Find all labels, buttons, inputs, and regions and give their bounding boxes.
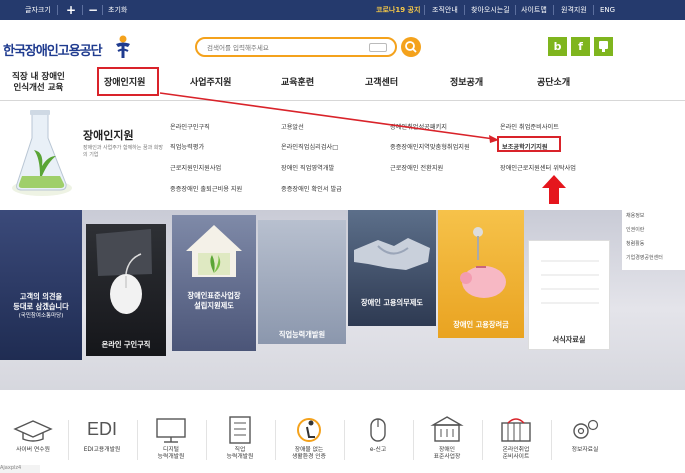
banner-card-forms-label: 서식자료실 (552, 335, 586, 344)
banner-card-feedback-line1: 고객의 의견을 (19, 292, 63, 301)
quick-banner-area: 고객의 의견을 등대로 삼겠습니다 (국민참여소통마당) 온라인 구인구직 장애… (0, 210, 685, 390)
quick-e-report[interactable]: e-신고 (348, 415, 408, 453)
banner-card-vocational-center[interactable]: 직업능력개발원 (258, 220, 346, 344)
building-icon (229, 416, 251, 444)
mouse-outline-icon (370, 418, 386, 442)
books-icon (501, 418, 531, 442)
quick-standard-workplace[interactable]: 장애인 표준사업장 (417, 415, 477, 460)
banner-card-vocational-label: 직업능력개발원 (278, 330, 326, 339)
side-link-1[interactable]: 인권이란 (626, 226, 644, 233)
banner-card-employment-duty[interactable]: 장애인 고용의무제도 (348, 210, 436, 326)
side-link-0[interactable]: 채용정보 (626, 212, 644, 219)
banner-card-standard-workplace-line1: 장애인표준사업장 (187, 291, 241, 300)
side-link-2[interactable]: 청렴활동 (626, 240, 644, 247)
banner-card-incentive[interactable]: 장애인 고용장려금 (438, 210, 524, 338)
banner-card-standard-workplace-line2: 설립지원제도 (194, 301, 234, 310)
quick-label-7-1: 온라인취업 (502, 447, 530, 453)
house-plant-icon (186, 225, 242, 277)
banner-card-feedback[interactable]: 고객의 의견을 등대로 삼겠습니다 (국민참여소통마당) (0, 210, 82, 360)
quick-label-6-2: 표준사업장 (433, 454, 461, 460)
quick-label-4-1: 장애물 없는 (294, 447, 324, 453)
quick-label-3-2: 능력개발원 (226, 454, 254, 460)
quick-vocational-center[interactable]: 직업 능력개발원 (210, 415, 270, 460)
browser-status-text: Ajaxplz4 (0, 465, 40, 473)
quick-info-room[interactable]: 정보자료실 (555, 415, 615, 453)
edi-icon: EDI (86, 419, 117, 439)
quick-label-6-1: 장애인 (439, 447, 455, 453)
banner-card-online-job[interactable]: 온라인 구인구직 (86, 224, 166, 356)
banner-card-standard-workplace[interactable]: 장애인표준사업장 설립지원제도 (172, 215, 256, 351)
quick-online-prep[interactable]: 온라인취업 준비사이트 (486, 415, 546, 460)
quick-digital-center[interactable]: 디지털 능력개발원 (141, 415, 201, 460)
certificate-icon (297, 418, 321, 442)
mouse-icon (96, 229, 152, 314)
quick-cyber-academy[interactable]: 사이버 연수원 (3, 415, 63, 453)
banner-card-forms[interactable]: 서식자료실 (528, 240, 610, 350)
workplace-icon (430, 416, 464, 442)
quick-label-5-1: e-신고 (369, 447, 387, 453)
side-link-3[interactable]: 기업경영공헌센터 (626, 254, 663, 261)
quick-label-0-1: 사이버 연수원 (16, 447, 50, 453)
forms-lines-icon (541, 260, 599, 304)
banner-card-feedback-line2: 등대로 삼겠습니다 (13, 302, 69, 311)
banner-card-incentive-label: 장애인 고용장려금 (453, 320, 509, 329)
quick-label-3-1: 직업 (234, 447, 246, 453)
graduation-cap-icon (13, 420, 53, 442)
banner-card-feedback-line3: (국민참여소통마당) (18, 313, 64, 319)
handshake-icon (354, 238, 430, 270)
banner-card-employment-duty-label: 장애인 고용의무제도 (360, 298, 424, 307)
monitor-icon (156, 418, 186, 443)
quick-label-7-2: 준비사이트 (502, 454, 530, 460)
gears-icon (573, 419, 599, 439)
right-side-links: 채용정보 인권이란 청렴활동 기업경영공헌센터 (622, 210, 685, 270)
quick-label-2-1: 디지털 (163, 447, 179, 453)
quick-label-1-1: EDI고용개발원 (83, 447, 121, 453)
quick-label-4-2: 생활환경 인증 (292, 454, 326, 460)
banner-card-online-job-label: 온라인 구인구직 (101, 340, 151, 349)
quick-barrier-free[interactable]: 장애물 없는 생활환경 인증 (279, 415, 339, 460)
piggy-bank-icon (460, 227, 506, 298)
quick-label-2-2: 능력개발원 (157, 454, 185, 460)
quick-label-8-1: 정보자료실 (571, 447, 599, 453)
